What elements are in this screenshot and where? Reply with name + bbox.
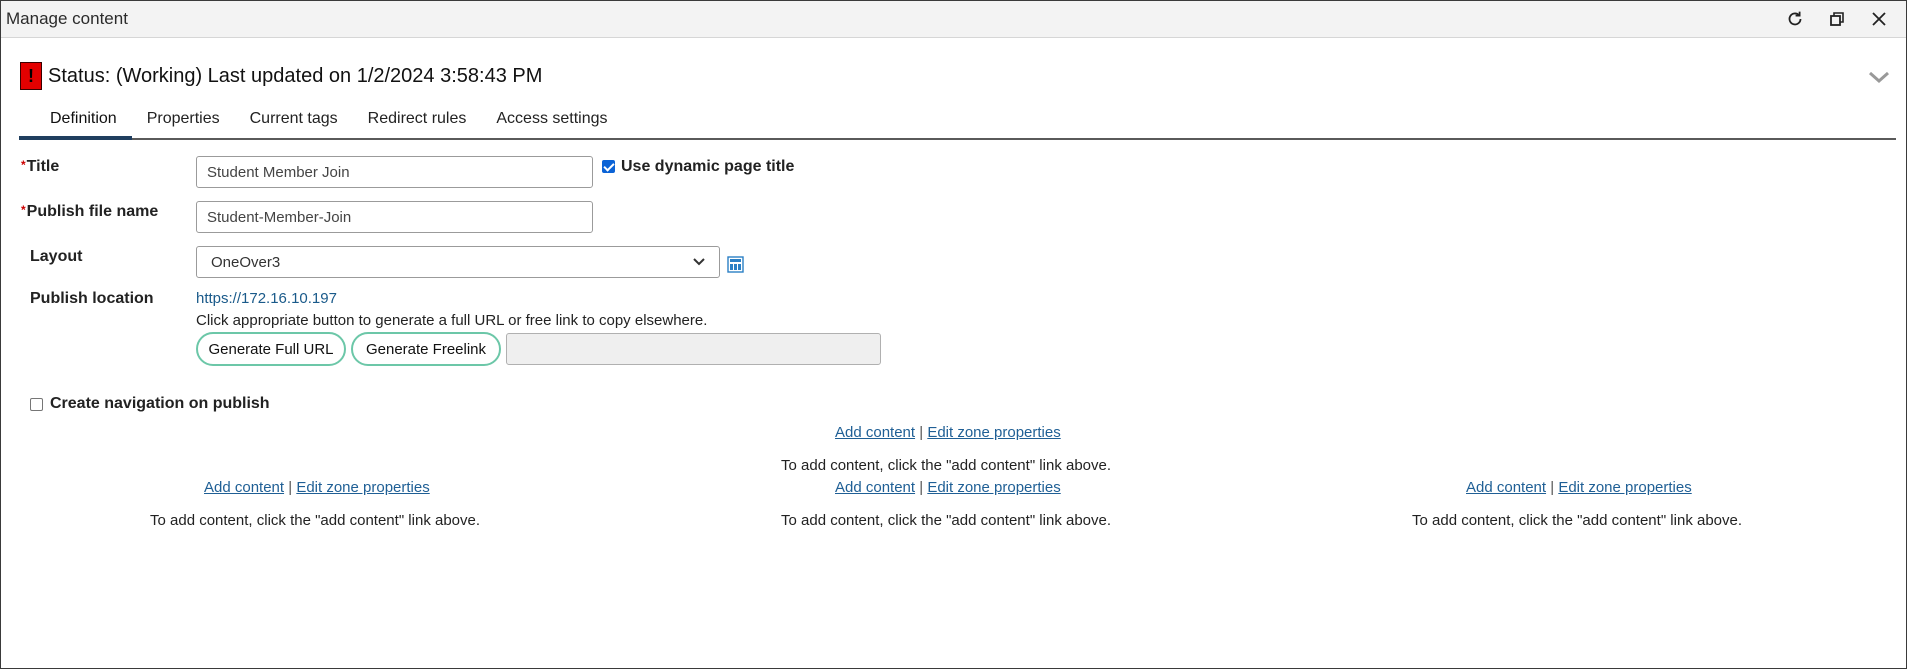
dynamic-title-label: Use dynamic page title <box>621 158 795 175</box>
restore-icon <box>1830 12 1844 26</box>
zone-left-links: Add content | Edit zone properties <box>204 479 430 496</box>
layout-label: Layout <box>30 248 83 265</box>
generated-link-field[interactable] <box>506 333 881 365</box>
zone-middle-links: Add content | Edit zone properties <box>835 479 1061 496</box>
link-separator: | <box>919 479 924 496</box>
required-marker: * <box>21 203 26 217</box>
refresh-icon <box>1788 11 1802 26</box>
tab-current-tags[interactable]: Current tags <box>235 104 353 136</box>
close-button[interactable] <box>1860 5 1898 33</box>
zone-top-links: Add content | Edit zone properties <box>835 424 1061 441</box>
title-input[interactable] <box>196 156 593 188</box>
layout-select-value: OneOver3 <box>211 253 281 271</box>
link-separator: | <box>288 479 293 496</box>
warning-icon: ! <box>20 62 42 90</box>
layout-preview-button[interactable] <box>727 256 744 278</box>
publish-file-label: *Publish file name <box>21 203 159 220</box>
create-navigation-checkbox[interactable] <box>30 398 43 411</box>
zone-right-links: Add content | Edit zone properties <box>1466 479 1692 496</box>
zone-right-help: To add content, click the "add content" … <box>1412 512 1743 529</box>
tab-bar: Definition Properties Current tags Redir… <box>19 104 1896 140</box>
manage-content-window: Manage content ! Status: (Working) Last … <box>0 0 1907 669</box>
edit-zone-properties-link[interactable]: Edit zone properties <box>927 479 1060 496</box>
zone-left-help: To add content, click the "add content" … <box>150 512 481 529</box>
zone-middle-help: To add content, click the "add content" … <box>781 512 1112 529</box>
publish-help-text: Click appropriate button to generate a f… <box>196 312 708 329</box>
refresh-button[interactable] <box>1776 5 1814 33</box>
add-content-link[interactable]: Add content <box>835 479 915 496</box>
tab-redirect-rules[interactable]: Redirect rules <box>353 104 482 136</box>
add-content-link[interactable]: Add content <box>1466 479 1546 496</box>
chevron-down-icon <box>693 258 705 266</box>
generate-full-url-button[interactable]: Generate Full URL <box>196 332 346 366</box>
create-navigation-label: Create navigation on publish <box>50 395 270 412</box>
tab-access-settings[interactable]: Access settings <box>481 104 622 136</box>
tab-definition[interactable]: Definition <box>19 104 132 140</box>
zone-top-help: To add content, click the "add content" … <box>781 457 1112 474</box>
dynamic-title-checkbox[interactable] <box>602 160 615 173</box>
close-icon <box>1872 12 1886 26</box>
status-bar: ! Status: (Working) Last updated on 1/2/… <box>20 61 542 91</box>
layout-select[interactable]: OneOver3 <box>196 246 720 278</box>
collapse-toggle[interactable] <box>1866 65 1892 89</box>
title-bar: Manage content <box>1 1 1906 38</box>
edit-zone-properties-link[interactable]: Edit zone properties <box>927 424 1060 441</box>
add-content-link[interactable]: Add content <box>835 424 915 441</box>
window-title: Manage content <box>6 9 128 28</box>
generate-freelink-button[interactable]: Generate Freelink <box>351 332 501 366</box>
add-content-link[interactable]: Add content <box>204 479 284 496</box>
layout-grid-icon <box>727 256 744 273</box>
status-text: Status: (Working) Last updated on 1/2/20… <box>48 64 543 87</box>
publish-location-url[interactable]: https://172.16.10.197 <box>196 290 337 307</box>
title-label: *Title <box>21 158 60 175</box>
restore-button[interactable] <box>1818 5 1856 33</box>
edit-zone-properties-link[interactable]: Edit zone properties <box>1558 479 1691 496</box>
tab-properties[interactable]: Properties <box>132 104 235 136</box>
required-marker: * <box>21 158 26 172</box>
link-separator: | <box>919 424 924 441</box>
publish-location-label: Publish location <box>30 290 154 307</box>
link-separator: | <box>1550 479 1555 496</box>
edit-zone-properties-link[interactable]: Edit zone properties <box>296 479 429 496</box>
publish-file-input[interactable] <box>196 201 593 233</box>
chevron-down-icon <box>1869 71 1889 84</box>
